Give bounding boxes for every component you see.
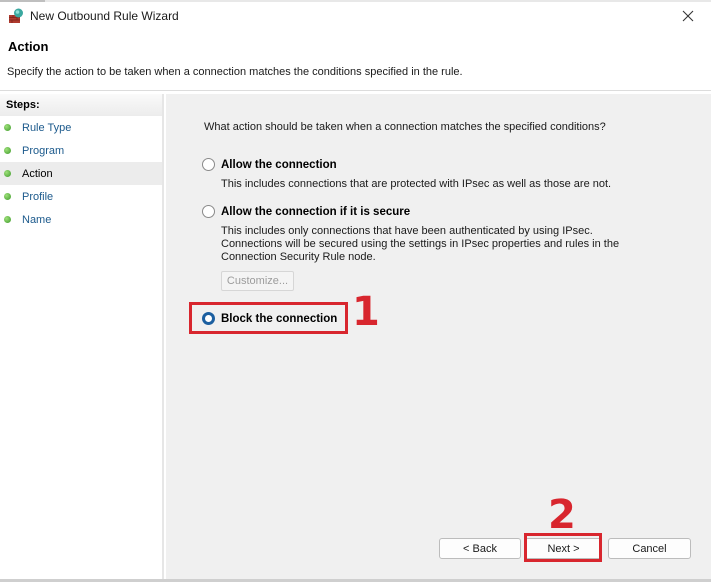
radio-unchecked-icon (202, 205, 215, 218)
sidebar-item-action[interactable]: Action (0, 162, 162, 185)
header-divider (0, 90, 711, 91)
sidebar-item-label: Profile (22, 190, 54, 203)
steps-sidebar: Steps: Rule Type Program Action Profile … (0, 94, 164, 580)
step-pending-icon (4, 193, 11, 200)
option-label: Allow the connection (221, 158, 337, 171)
customize-button: Customize... (221, 271, 294, 291)
wizard-content: What action should be taken when a conne… (166, 94, 711, 580)
sidebar-item-label: Program (22, 144, 65, 157)
title-bar: New Outbound Rule Wizard (0, 2, 711, 30)
sidebar-item-label: Action (22, 167, 53, 180)
sidebar-item-profile[interactable]: Profile (0, 185, 162, 208)
annotation-number-1: 1 (352, 289, 380, 335)
sidebar-item-name[interactable]: Name (0, 208, 162, 231)
next-button[interactable]: Next > (525, 538, 602, 559)
sidebar-item-rule-type[interactable]: Rule Type (0, 116, 162, 139)
close-button[interactable] (665, 2, 711, 30)
window-title: New Outbound Rule Wizard (30, 9, 179, 23)
steps-heading: Steps: (0, 94, 162, 116)
back-button[interactable]: < Back (439, 538, 521, 559)
radio-allow-if-secure[interactable]: Allow the connection if it is secure (202, 205, 410, 218)
radio-block-connection[interactable]: Block the connection (202, 312, 337, 325)
radio-checked-icon (202, 312, 215, 325)
close-icon (682, 10, 694, 22)
option-label: Block the connection (221, 312, 338, 325)
step-current-icon (4, 170, 11, 177)
radio-unchecked-icon (202, 158, 215, 171)
radio-allow-connection[interactable]: Allow the connection (202, 158, 337, 171)
option-label: Allow the connection if it is secure (221, 205, 411, 218)
step-complete-icon (4, 147, 11, 154)
sidebar-item-label: Rule Type (22, 121, 72, 134)
step-pending-icon (4, 216, 11, 223)
annotation-number-2: 2 (548, 492, 576, 538)
wizard-header: Action Specify the action to be taken wh… (0, 30, 711, 90)
page-title: Action (8, 39, 49, 54)
cancel-button[interactable]: Cancel (608, 538, 691, 559)
sidebar-item-label: Name (22, 213, 52, 226)
firewall-icon (8, 8, 24, 24)
sidebar-item-program[interactable]: Program (0, 139, 162, 162)
page-description: Specify the action to be taken when a co… (7, 66, 463, 78)
option-description: This includes connections that are prote… (221, 178, 612, 190)
option-description: This includes only connections that have… (221, 225, 620, 263)
action-question: What action should be taken when a conne… (204, 121, 606, 133)
step-complete-icon (4, 124, 11, 131)
